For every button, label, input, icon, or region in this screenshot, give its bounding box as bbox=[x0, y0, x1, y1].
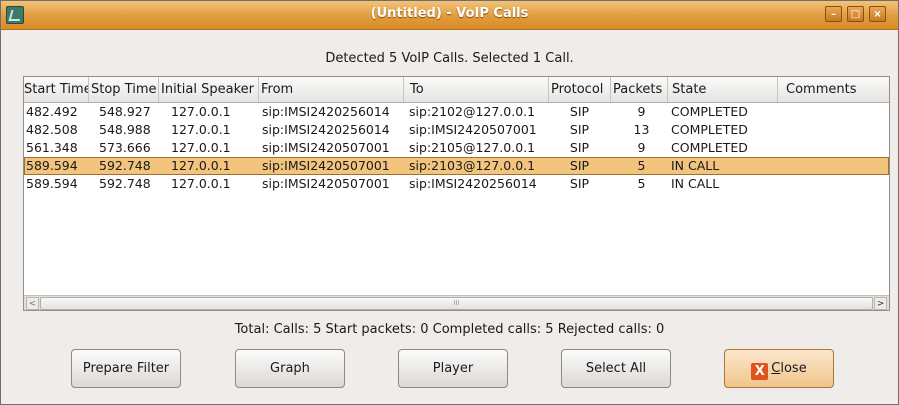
column-header-protocol[interactable]: Protocol bbox=[549, 77, 611, 102]
cell-protocol: SIP bbox=[569, 140, 590, 155]
cell-start-time: 561.348 bbox=[26, 140, 78, 155]
table-header: Start Time Stop Time Initial Speaker Fro… bbox=[24, 77, 889, 103]
player-button[interactable]: Player bbox=[398, 349, 508, 388]
cell-initial-speaker: 127.0.0.1 bbox=[171, 104, 231, 119]
column-header-comments[interactable]: Comments bbox=[778, 77, 889, 102]
cell-start-time: 482.508 bbox=[26, 122, 78, 137]
table-row[interactable]: 482.508 548.988 127.0.0.1 sip:IMSI242025601… bbox=[24, 121, 889, 139]
table-row[interactable]: 561.348 573.666 127.0.0.1 sip:IMSI242050700… bbox=[24, 139, 889, 157]
cell-comments bbox=[784, 121, 884, 139]
column-header-start-time[interactable]: Start Time bbox=[24, 77, 89, 102]
column-header-initial-speaker[interactable]: Initial Speaker bbox=[159, 77, 259, 102]
cell-protocol: SIP bbox=[569, 158, 590, 173]
close-icon: X bbox=[751, 363, 769, 380]
close-button-mnemonic: C bbox=[771, 361, 781, 376]
column-header-packets[interactable]: Packets bbox=[611, 77, 668, 102]
select-all-button[interactable]: Select All bbox=[561, 349, 671, 388]
close-button[interactable]: X Close bbox=[724, 349, 834, 388]
cell-state: COMPLETED bbox=[671, 104, 748, 119]
cell-start-time: 589.594 bbox=[26, 158, 78, 173]
cell-stop-time: 592.748 bbox=[99, 158, 151, 173]
prepare-filter-button[interactable]: Prepare Filter bbox=[71, 349, 181, 388]
cell-state: IN CALL bbox=[671, 158, 720, 173]
maximize-button[interactable]: □ bbox=[847, 6, 864, 22]
window-title: (Untitled) - VoIP Calls bbox=[370, 6, 529, 21]
cell-to: sip:2105@127.0.0.1 bbox=[409, 140, 536, 155]
detected-calls-label: Detected 5 VoIP Calls. Selected 1 Call. bbox=[325, 51, 574, 66]
cell-packets: 9 bbox=[637, 104, 646, 119]
cell-initial-speaker: 127.0.0.1 bbox=[171, 140, 231, 155]
cell-packets: 13 bbox=[633, 122, 650, 137]
table-body: 482.492 548.927 127.0.0.1 sip:IMSI242025601… bbox=[24, 103, 889, 193]
cell-comments bbox=[784, 175, 884, 193]
table-row[interactable]: 482.492 548.927 127.0.0.1 sip:IMSI242025601… bbox=[24, 103, 889, 121]
cell-packets: 5 bbox=[637, 176, 646, 191]
cell-packets: 9 bbox=[637, 140, 646, 155]
voip-calls-window: (Untitled) - VoIP Calls – □ × Detected 5… bbox=[0, 0, 899, 405]
cell-protocol: SIP bbox=[569, 122, 590, 137]
table-row[interactable]: 589.594 592.748 127.0.0.1 sip:IMSI242050700… bbox=[24, 157, 889, 175]
cell-state: COMPLETED bbox=[671, 122, 748, 137]
cell-start-time: 482.492 bbox=[26, 104, 78, 119]
cell-from: sip:IMSI2420256014 bbox=[262, 122, 390, 137]
cell-to: sip:IMSI2420507001 bbox=[409, 122, 537, 137]
calls-table[interactable]: Start Time Stop Time Initial Speaker Fro… bbox=[23, 76, 890, 311]
cell-initial-speaker: 127.0.0.1 bbox=[171, 176, 231, 191]
column-header-from[interactable]: From bbox=[259, 77, 404, 102]
title-bar[interactable]: (Untitled) - VoIP Calls – □ × bbox=[1, 1, 898, 30]
cell-stop-time: 573.666 bbox=[99, 140, 151, 155]
scroll-right-arrow-icon[interactable]: > bbox=[874, 297, 887, 310]
cell-stop-time: 592.748 bbox=[99, 176, 151, 191]
scrollbar-thumb[interactable]: III bbox=[40, 297, 873, 310]
horizontal-scrollbar[interactable]: < III > bbox=[24, 295, 889, 310]
cell-start-time: 589.594 bbox=[26, 176, 78, 191]
cell-initial-speaker: 127.0.0.1 bbox=[171, 158, 231, 173]
window-close-button[interactable]: × bbox=[869, 6, 886, 22]
cell-from: sip:IMSI2420507001 bbox=[262, 158, 390, 173]
cell-stop-time: 548.927 bbox=[99, 104, 151, 119]
scroll-left-arrow-icon[interactable]: < bbox=[26, 297, 39, 310]
cell-comments bbox=[784, 157, 884, 175]
cell-to: sip:IMSI2420256014 bbox=[409, 176, 537, 191]
cell-from: sip:IMSI2420507001 bbox=[262, 140, 390, 155]
minimize-button[interactable]: – bbox=[825, 6, 842, 22]
column-header-state[interactable]: State bbox=[668, 77, 778, 102]
cell-from: sip:IMSI2420256014 bbox=[262, 104, 390, 119]
cell-packets: 5 bbox=[637, 158, 646, 173]
cell-to: sip:2103@127.0.0.1 bbox=[409, 158, 536, 173]
cell-protocol: SIP bbox=[569, 104, 590, 119]
summary-label: Total: Calls: 5 Start packets: 0 Complet… bbox=[234, 322, 665, 337]
column-header-stop-time[interactable]: Stop Time bbox=[89, 77, 159, 102]
cell-from: sip:IMSI2420507001 bbox=[262, 176, 390, 191]
cell-protocol: SIP bbox=[569, 176, 590, 191]
cell-state: IN CALL bbox=[671, 176, 720, 191]
cell-stop-time: 548.988 bbox=[99, 122, 151, 137]
cell-comments bbox=[784, 103, 884, 121]
cell-to: sip:2102@127.0.0.1 bbox=[409, 104, 536, 119]
table-row[interactable]: 589.594 592.748 127.0.0.1 sip:IMSI242050700… bbox=[24, 175, 889, 193]
close-button-label: lose bbox=[780, 361, 807, 376]
graph-button[interactable]: Graph bbox=[235, 349, 345, 388]
cell-comments bbox=[784, 139, 884, 157]
cell-state: COMPLETED bbox=[671, 140, 748, 155]
column-header-to[interactable]: To bbox=[404, 77, 549, 102]
cell-initial-speaker: 127.0.0.1 bbox=[171, 122, 231, 137]
